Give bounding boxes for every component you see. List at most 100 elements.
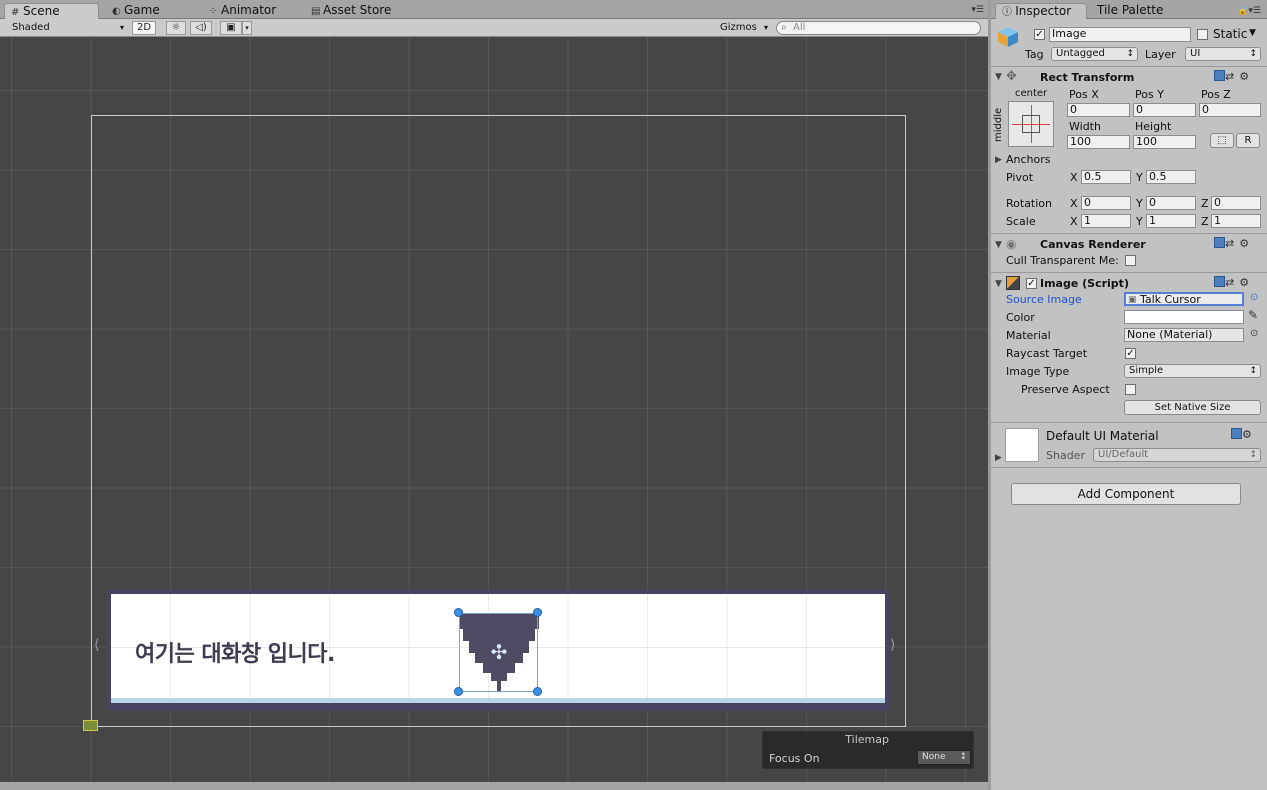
material-preview-name: Default UI Material [1046, 429, 1159, 443]
tag-dropdown[interactable]: Untagged [1051, 47, 1138, 61]
scene-viewport[interactable]: ⟨ ⟩ 여기는 대화창 입니다. ✣ Tilemap Focus On None [0, 37, 988, 782]
tab-menu-icon[interactable]: ▾☰ [971, 5, 984, 15]
tab-inspector[interactable]: ⓘ Inspector [995, 3, 1087, 19]
chevron-down-icon: ▾ [763, 23, 768, 32]
audio-icon[interactable]: ◁) [190, 21, 212, 35]
search-placeholder: All [793, 22, 806, 33]
help-book-icon[interactable] [1214, 276, 1225, 287]
posz-label: Pos Z [1201, 88, 1231, 101]
gear-icon[interactable]: ⚙ [1239, 70, 1254, 83]
fold-arrow-icon[interactable]: ▼ [995, 240, 1002, 250]
focus-on-value: None [922, 752, 946, 762]
add-component-button[interactable]: Add Component [1011, 483, 1241, 505]
pivot-anchor-icon[interactable]: ✣ [487, 641, 511, 665]
focus-on-dropdown[interactable]: None ↕ [917, 750, 971, 765]
object-picker-icon[interactable]: ⊙ [1250, 292, 1258, 303]
scale-z-field[interactable]: 1 [1211, 214, 1261, 228]
rotation-y-field[interactable]: 0 [1146, 196, 1196, 210]
resize-handle-bottom-right[interactable] [533, 687, 542, 696]
posx-field[interactable]: 0 [1067, 103, 1130, 117]
tab-asset-store-label: Asset Store [323, 3, 392, 17]
image-enabled-checkbox[interactable]: ✓ [1026, 278, 1037, 289]
rotation-x-field[interactable]: 0 [1081, 196, 1131, 210]
gizmos-label: Gizmos [720, 22, 757, 33]
anchors-label[interactable]: Anchors [1006, 153, 1051, 166]
image-type-dropdown[interactable]: Simple [1124, 364, 1261, 378]
separator [991, 467, 1267, 468]
effects-dropdown-icon[interactable]: ▾ [242, 21, 252, 35]
preset-icon[interactable]: ⇄ [1225, 237, 1239, 250]
lock-icon[interactable]: 🔒▾☰ [1237, 6, 1261, 16]
raw-edit-button[interactable]: R [1236, 133, 1260, 148]
resize-handle-top-right[interactable] [533, 608, 542, 617]
tab-game[interactable]: ◐ Game [106, 3, 166, 19]
blueprint-mode-button[interactable]: ⬚ [1210, 133, 1234, 148]
component-header-icons: ⇄⚙ [1214, 70, 1254, 83]
game-tab-icon: ◐ [112, 6, 121, 17]
rotation-z-field[interactable]: 0 [1211, 196, 1261, 210]
object-picker-icon[interactable]: ⊙ [1250, 328, 1258, 339]
tag-label: Tag [1025, 48, 1044, 61]
posy-field[interactable]: 0 [1133, 103, 1196, 117]
posz-field[interactable]: 0 [1199, 103, 1261, 117]
scene-statusbar [0, 782, 988, 790]
scale-x-field[interactable]: 1 [1081, 214, 1131, 228]
gear-icon[interactable]: ⚙ [1239, 237, 1254, 250]
anchors-fold-icon[interactable]: ▶ [995, 155, 1002, 165]
cull-transparent-checkbox[interactable] [1125, 255, 1136, 266]
shading-mode-dropdown[interactable]: Shaded ▾ [8, 21, 126, 35]
gear-icon[interactable]: ⚙ [1239, 276, 1254, 289]
preset-icon[interactable]: ⇄ [1225, 70, 1239, 83]
scene-lighting-icon[interactable]: ☼ [166, 21, 186, 35]
static-label: Static [1213, 27, 1248, 41]
active-checkbox[interactable]: ✓ [1034, 29, 1045, 40]
talk-cursor-image[interactable]: ✣ [454, 608, 542, 696]
anchor-presets-button[interactable] [1008, 101, 1054, 147]
pivot-x-field[interactable]: 0.5 [1081, 170, 1131, 184]
mode-2d-button[interactable]: 2D [132, 21, 156, 35]
layer-dropdown[interactable]: UI [1185, 47, 1261, 61]
fold-arrow-icon[interactable]: ▼ [995, 279, 1002, 289]
source-image-field[interactable]: ▣ Talk Cursor [1124, 292, 1244, 306]
gizmos-dropdown[interactable]: Gizmos ▾ [716, 21, 768, 35]
preset-icon[interactable]: ⇄ [1225, 276, 1239, 289]
help-book-icon[interactable] [1214, 237, 1225, 248]
width-field[interactable]: 100 [1067, 135, 1130, 149]
preserve-aspect-checkbox[interactable] [1125, 384, 1136, 395]
help-book-icon[interactable] [1231, 428, 1242, 439]
tab-scene[interactable]: # Scene [4, 3, 99, 19]
scale-y-field[interactable]: 1 [1146, 214, 1196, 228]
pivot-y-field[interactable]: 0.5 [1146, 170, 1196, 184]
right-anchor-arrow-icon: ⟩ [890, 637, 896, 653]
effects-icon[interactable]: ▣ [220, 21, 242, 35]
eyedropper-icon[interactable]: ✎ [1248, 308, 1258, 322]
material-field[interactable]: None (Material) [1124, 328, 1244, 342]
scene-search-input[interactable]: ⌕ All [776, 21, 981, 35]
source-image-label: Source Image [1006, 293, 1082, 306]
resize-handle-bottom-left[interactable] [454, 687, 463, 696]
help-book-icon[interactable] [1214, 70, 1225, 81]
raycast-target-checkbox[interactable]: ✓ [1125, 348, 1136, 359]
chevron-down-icon: ▾ [119, 23, 124, 32]
tab-tile-palette[interactable]: Tile Palette [1091, 3, 1169, 19]
set-native-size-button[interactable]: Set Native Size [1124, 400, 1261, 415]
component-header-icons: ⇄⚙ [1214, 276, 1254, 289]
fold-arrow-icon[interactable]: ▼ [995, 72, 1002, 82]
height-field[interactable]: 100 [1133, 135, 1196, 149]
separator [991, 272, 1267, 273]
color-swatch[interactable] [1124, 310, 1244, 324]
scene-panel: # Scene ◐ Game ⁘ Animator ▤ Asset Store ▾☰ S… [0, 0, 988, 790]
gameobject-name-field[interactable]: Image [1049, 27, 1191, 42]
resize-handle-top-left[interactable] [454, 608, 463, 617]
raycast-target-label: Raycast Target [1006, 347, 1088, 360]
tilemap-overlay: Tilemap Focus On None ↕ [762, 731, 974, 769]
rect-transform-icon: ✥ [1006, 69, 1017, 84]
static-checkbox[interactable] [1197, 29, 1208, 40]
shader-dropdown[interactable]: UI/Default [1093, 448, 1261, 462]
gear-icon[interactable]: ⚙ [1242, 428, 1257, 441]
tab-animator[interactable]: ⁘ Animator [203, 3, 282, 19]
tab-asset-store[interactable]: ▤ Asset Store [305, 3, 397, 19]
static-dropdown-icon[interactable]: ▼ [1249, 28, 1256, 38]
image-script-title: Image (Script) [1040, 277, 1129, 290]
material-fold-icon[interactable]: ▶ [995, 453, 1002, 463]
